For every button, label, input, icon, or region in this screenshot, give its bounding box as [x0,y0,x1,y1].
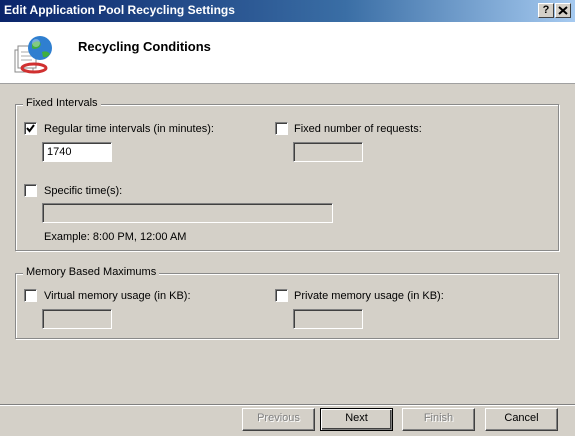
private-memory-input[interactable] [293,309,363,329]
virtual-memory-input[interactable] [42,309,112,329]
fixed-requests-checkbox[interactable] [275,122,288,135]
recycling-settings-dialog: Edit Application Pool Recycling Settings… [0,0,575,436]
window-title: Edit Application Pool Recycling Settings [4,3,235,17]
globe-pages-icon [14,36,52,74]
regular-time-checkbox[interactable] [24,122,37,135]
title-bar[interactable]: Edit Application Pool Recycling Settings… [0,0,575,22]
cancel-button[interactable]: Cancel [485,408,558,431]
memory-maximums-group: Memory Based Maximums [15,266,559,339]
fixed-intervals-legend: Fixed Intervals [23,97,101,109]
specific-times-checkbox[interactable] [24,184,37,197]
checkmark-icon [26,124,35,133]
fixed-requests-label: Fixed number of requests: [294,123,422,135]
regular-time-input[interactable]: 1740 [42,142,112,162]
wizard-header: Recycling Conditions [0,22,575,84]
specific-times-example: Example: 8:00 PM, 12:00 AM [44,231,187,243]
virtual-memory-checkbox[interactable] [24,289,37,302]
page-title: Recycling Conditions [78,39,211,54]
fixed-requests-input[interactable] [293,142,363,162]
finish-button[interactable]: Finish [402,408,475,431]
private-memory-label: Private memory usage (in KB): [294,290,444,302]
previous-button[interactable]: Previous [242,408,315,431]
next-button[interactable]: Next [320,408,393,431]
close-icon [558,6,568,15]
private-memory-checkbox[interactable] [275,289,288,302]
regular-time-label: Regular time intervals (in minutes): [44,123,214,135]
close-button[interactable] [555,3,571,18]
specific-times-label: Specific time(s): [44,185,123,197]
specific-times-input[interactable] [42,203,333,223]
virtual-memory-label: Virtual memory usage (in KB): [44,290,191,302]
memory-maximums-legend: Memory Based Maximums [23,266,160,278]
help-button[interactable]: ? [538,3,554,18]
footer-divider [0,404,575,406]
